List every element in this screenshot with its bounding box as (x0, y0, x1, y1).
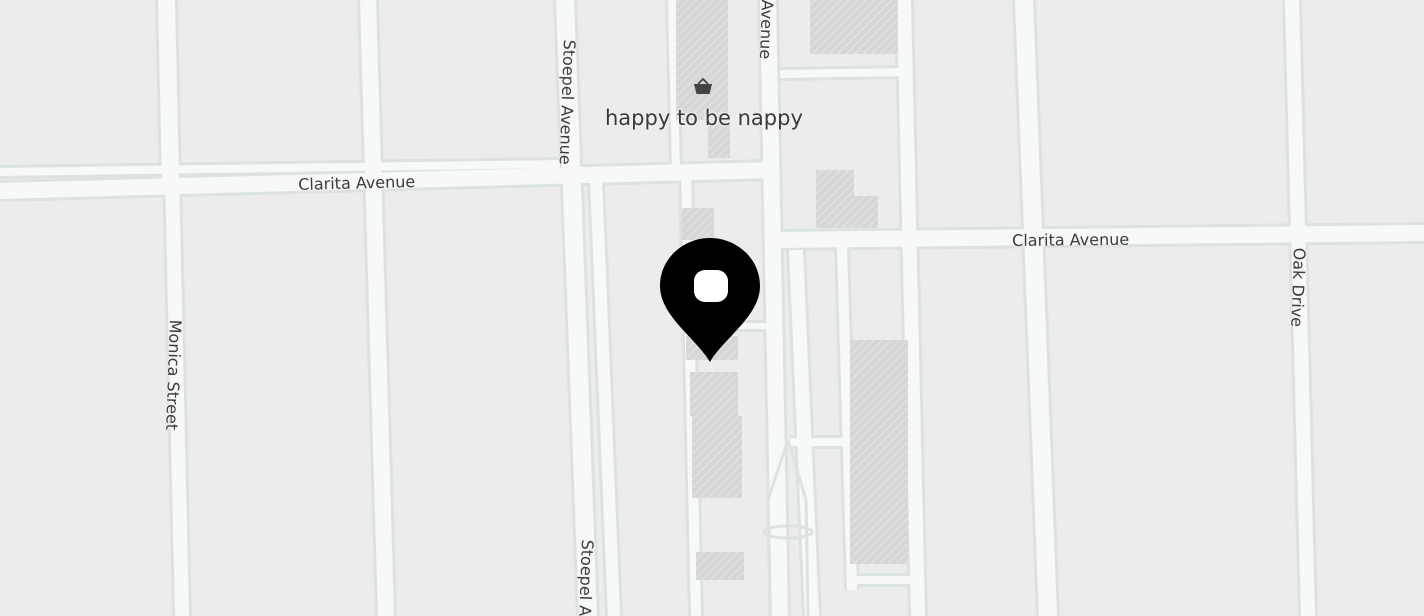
location-pin-icon[interactable] (656, 234, 764, 366)
street-label-monica-street: Monica Street (162, 319, 185, 431)
street-label-stoepel-avenue-south: Stoepel A (575, 539, 597, 616)
street-label-clarita-avenue-east: Clarita Avenue (1011, 229, 1130, 250)
street-label-stoepel-avenue-north: Stoepel Avenue (555, 39, 579, 166)
street-label-avenue-top: Avenue (755, 0, 777, 60)
map-canvas[interactable]: Clarita Avenue Clarita Avenue Stoepel Av… (0, 0, 1424, 616)
street-label-oak-drive: Oak Drive (1287, 247, 1309, 328)
street-label-clarita-avenue-west: Clarita Avenue (297, 171, 416, 194)
poi-label[interactable]: happy to be nappy (605, 106, 803, 130)
shopping-basket-icon[interactable] (692, 76, 714, 98)
